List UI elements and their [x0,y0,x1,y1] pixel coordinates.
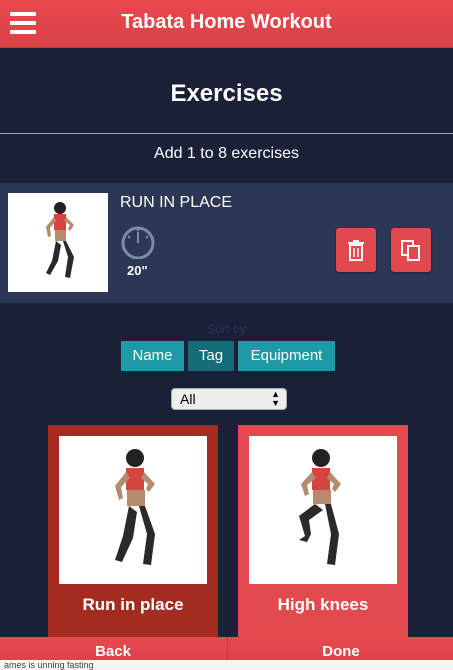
app-title: Tabata Home Workout [121,11,332,33]
trash-icon [348,240,364,261]
exercise-card-run-in-place[interactable]: Run in place [48,425,218,640]
sort-by-equipment-button[interactable]: Equipment [238,341,335,371]
exercise-card-high-knees[interactable]: High knees [238,425,408,640]
delete-button[interactable] [336,228,376,272]
exercise-card-label: High knees [277,595,369,614]
select-arrows-icon: ▲ ▼ [271,389,280,408]
exercise-card-image [59,436,207,584]
filter-select[interactable]: All ▲ ▼ [171,388,287,410]
filter-select-value: All [180,391,196,407]
selected-exercise-row[interactable]: RUN IN PLACE 20" [0,183,453,303]
top-bar: Tabata Home Workout [0,0,453,48]
copy-icon [401,240,420,261]
exercise-thumbnail [8,193,108,292]
exercise-card-image [249,436,397,584]
duration-value: 20" [127,263,148,278]
copy-button[interactable] [391,228,431,272]
sort-by-tag-button[interactable]: Tag [188,341,234,371]
high-knees-figure-image [299,449,341,565]
divider [0,133,453,134]
sort-label: Sort by [207,322,246,336]
page-title: Exercises [170,80,283,107]
sort-by-name-button[interactable]: Name [121,341,184,371]
selected-exercise-name: RUN IN PLACE [120,194,233,211]
exercise-card-label: Run in place [82,595,184,614]
instruction-text: Add 1 to 8 exercises [154,145,299,162]
timer-icon [118,223,158,264]
runner-figure-image [46,202,74,278]
runner-figure-image [115,449,155,565]
underlying-text: ames is unning fasting [0,660,453,670]
